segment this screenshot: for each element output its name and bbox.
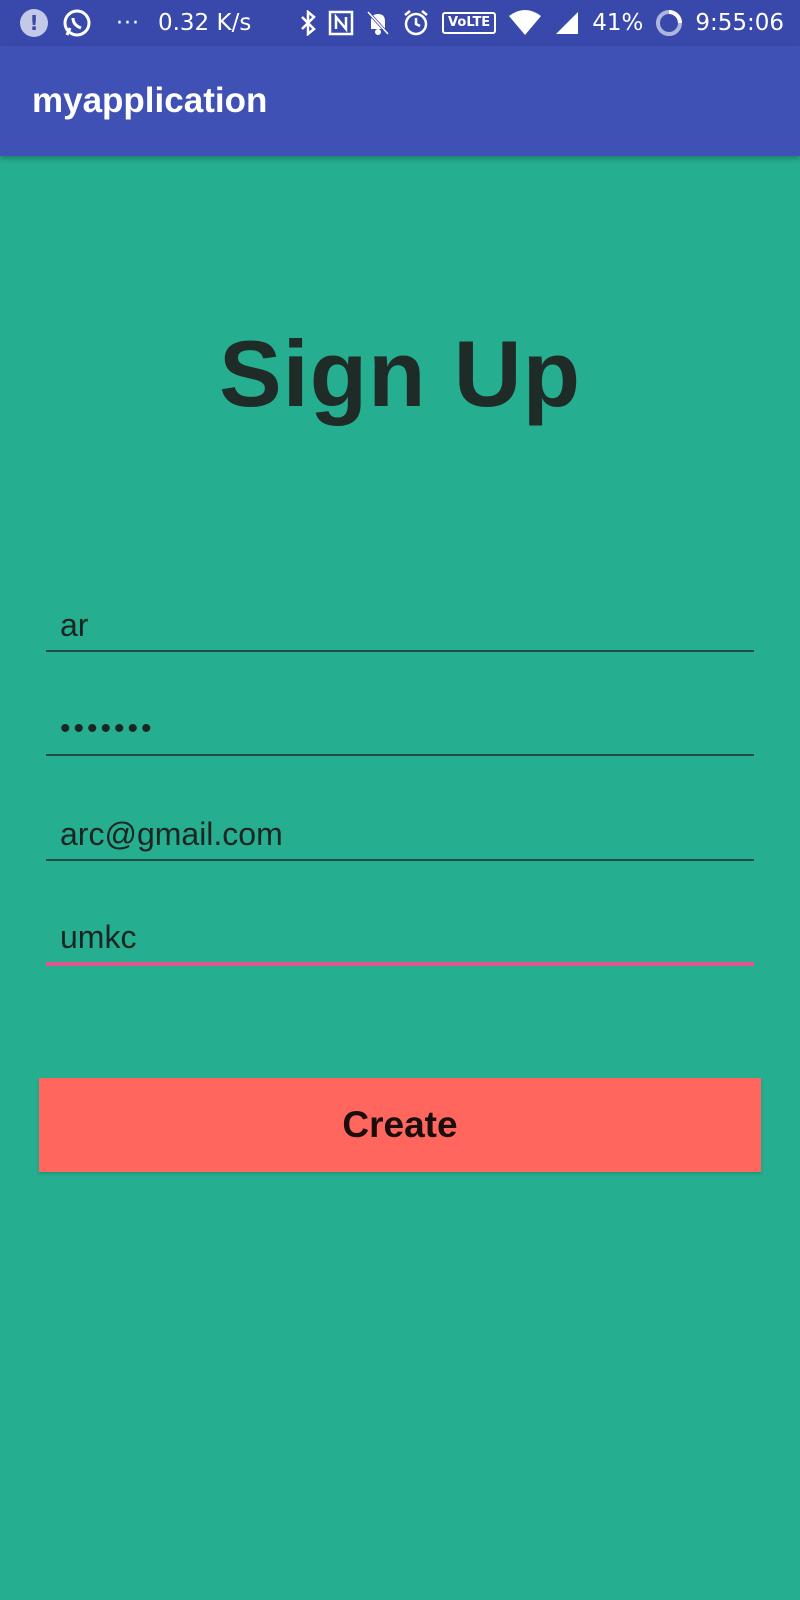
alert-icon: !	[20, 9, 48, 37]
more-icon: ···	[116, 10, 140, 36]
app-title: myapplication	[32, 81, 268, 120]
notifications-off-icon	[366, 10, 390, 36]
email-field[interactable]: arc@gmail.com	[46, 805, 754, 861]
email-value: arc@gmail.com	[60, 816, 283, 852]
network-speed: 0.32 K/s	[157, 10, 252, 36]
battery-saver-icon	[655, 9, 683, 37]
bluetooth-icon	[300, 10, 316, 36]
school-value: umkc	[60, 919, 137, 955]
page-title: Sign Up	[218, 321, 582, 426]
password-field[interactable]: •••••••	[46, 700, 754, 756]
username-field[interactable]: ar	[46, 596, 754, 652]
clock: 9:55:06	[695, 10, 784, 36]
school-field[interactable]: umkc	[46, 910, 754, 966]
username-value: ar	[60, 607, 89, 643]
signal-icon	[554, 10, 580, 36]
app-bar: myapplication	[0, 46, 800, 156]
create-button[interactable]: Create	[39, 1078, 761, 1172]
wifi-icon	[508, 10, 542, 36]
nfc-icon	[328, 10, 354, 36]
status-bar: ! ··· 0.32 K/s VoLTE 41% 9:55:06	[0, 0, 800, 46]
alarm-icon	[402, 9, 430, 37]
whatsapp-icon	[62, 8, 92, 38]
battery-level: 41%	[592, 10, 644, 36]
password-value: •••••••	[60, 712, 155, 745]
volte-icon: VoLTE	[442, 12, 497, 34]
